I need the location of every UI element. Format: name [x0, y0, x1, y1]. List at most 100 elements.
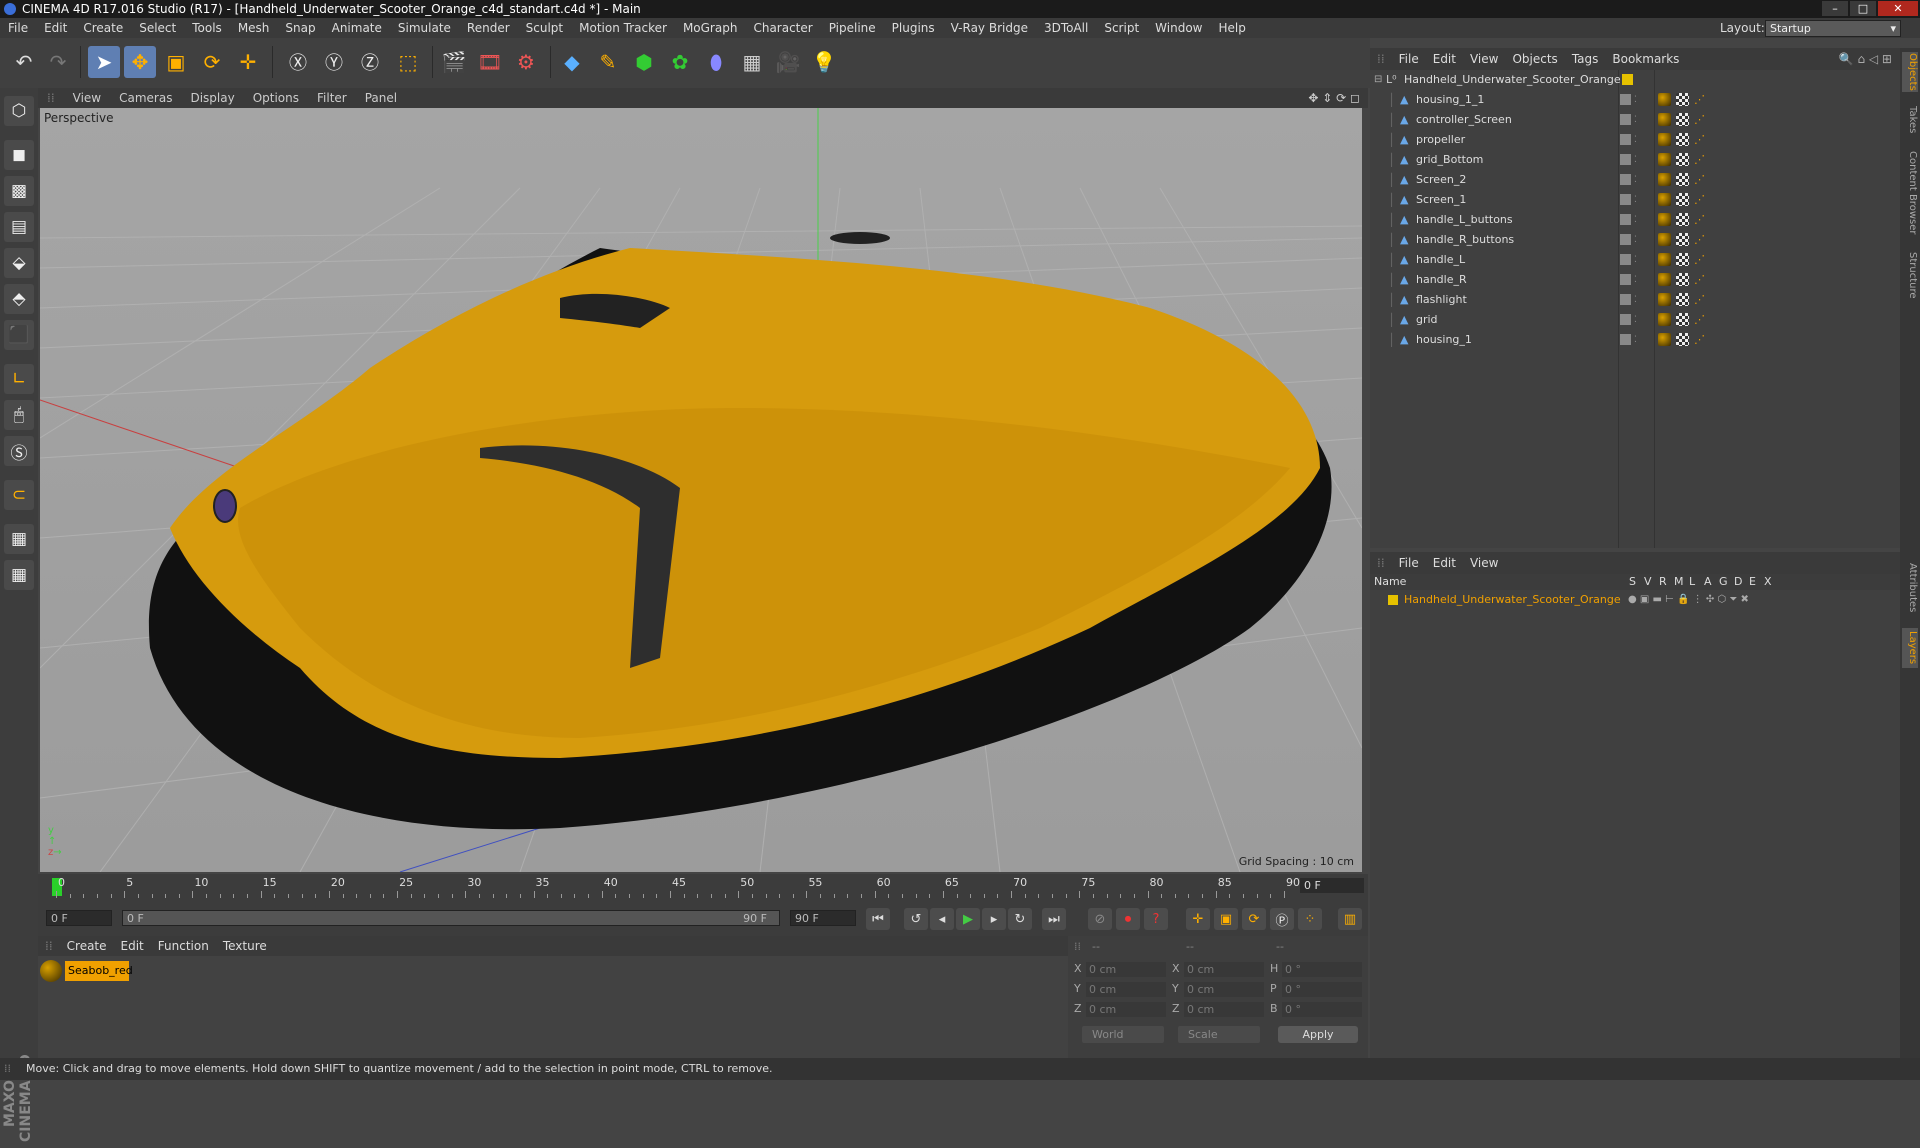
grid-snap-icon[interactable]: ▦ — [4, 560, 34, 590]
phong-tag-icon[interactable]: ⋰ — [1694, 333, 1707, 346]
workplane-mode-icon[interactable]: ▤ — [4, 212, 34, 242]
camera-icon[interactable]: 🎥 — [772, 46, 804, 78]
auto-keying-icon[interactable]: ? — [1144, 908, 1168, 930]
tab-takes[interactable]: Takes — [1902, 102, 1918, 138]
visibility-dots-icon[interactable]: ⁚ — [1634, 150, 1637, 170]
key-scale-icon[interactable]: ▣ — [1214, 908, 1238, 930]
visibility-dots-icon[interactable]: ⁚ — [1634, 290, 1637, 310]
phong-tag-icon[interactable]: ⋰ — [1694, 313, 1707, 326]
size-y-field[interactable]: 0 cm — [1184, 982, 1264, 997]
phong-tag-icon[interactable]: ⋰ — [1694, 253, 1707, 266]
visibility-dots-icon[interactable]: ⁚ — [1634, 230, 1637, 250]
visibility-dots-icon[interactable]: ⁚ — [1634, 250, 1637, 270]
polygons-mode-icon[interactable]: ⬛ — [4, 320, 34, 350]
collapse-icon[interactable]: ⊟ — [1374, 70, 1382, 90]
deformer-icon[interactable]: ⬮ — [700, 46, 732, 78]
layer-menu-view[interactable]: View — [1463, 552, 1505, 574]
layer-menu-file[interactable]: File — [1392, 552, 1426, 574]
object-row[interactable]: │ ▲ Screen_1 ⁚ ⋰ — [1370, 190, 1900, 210]
phong-tag-icon[interactable]: ⋰ — [1694, 153, 1707, 166]
edges-mode-icon[interactable]: ⬘ — [4, 284, 34, 314]
next-key-icon[interactable]: ↻ — [1008, 908, 1032, 930]
texture-tag-icon[interactable] — [1676, 173, 1689, 186]
material-tag-icon[interactable] — [1658, 193, 1671, 206]
scale-tool-icon[interactable]: ▣ — [160, 46, 192, 78]
workplane-lock-icon[interactable]: ▦ — [4, 524, 34, 554]
material-tag-icon[interactable] — [1658, 153, 1671, 166]
menu-plugins[interactable]: Plugins — [884, 18, 943, 38]
texture-tag-icon[interactable] — [1676, 93, 1689, 106]
menu-help[interactable]: Help — [1210, 18, 1253, 38]
texture-mode-icon[interactable]: ▩ — [4, 176, 34, 206]
edit-state-icon[interactable] — [1620, 334, 1631, 345]
viewport-menu-cameras[interactable]: Cameras — [110, 88, 181, 108]
object-menu-tags[interactable]: Tags — [1565, 48, 1606, 70]
texture-tag-icon[interactable] — [1676, 153, 1689, 166]
menu-motion-tracker[interactable]: Motion Tracker — [571, 18, 675, 38]
motion-record-icon[interactable]: ⊘ — [1088, 908, 1112, 930]
position-x-field[interactable]: 0 cm — [1086, 962, 1166, 977]
menu-file[interactable]: File — [0, 18, 36, 38]
object-row[interactable]: │ ▲ Screen_2 ⁚ ⋰ — [1370, 170, 1900, 190]
render-view-icon[interactable]: 🎬 — [438, 46, 470, 78]
size-mode-dropdown[interactable]: Scale — [1178, 1026, 1260, 1043]
object-row[interactable]: │ ▲ propeller ⁚ ⋰ — [1370, 130, 1900, 150]
layer-flags-icons[interactable]: ● ▣ ▬ ⊢ 🔒 ⋮ ✣ ⬡ ⏷ ✖ — [1628, 592, 1749, 608]
render-settings-icon[interactable]: ⚙ — [510, 46, 542, 78]
magnet-icon[interactable]: ⊂ — [4, 480, 34, 510]
select-arrow-icon[interactable]: ➤ — [88, 46, 120, 78]
minimize-button[interactable]: – — [1822, 1, 1848, 16]
object-row[interactable]: │ ▲ handle_R ⁚ ⋰ — [1370, 270, 1900, 290]
texture-tag-icon[interactable] — [1676, 273, 1689, 286]
edit-state-icon[interactable] — [1620, 194, 1631, 205]
key-rotation-icon[interactable]: ⟳ — [1242, 908, 1266, 930]
tab-content-browser[interactable]: Content Browser — [1902, 148, 1918, 238]
texture-tag-icon[interactable] — [1676, 253, 1689, 266]
phong-tag-icon[interactable]: ⋰ — [1694, 113, 1707, 126]
menu-pipeline[interactable]: Pipeline — [821, 18, 884, 38]
frame-ruler[interactable]: 0 5 10 15 20 25 30 35 40 45 50 55 60 65 70 75 80 85 90 — [52, 876, 1300, 898]
material-tag-icon[interactable] — [1658, 93, 1671, 106]
range-slider[interactable]: 0 F 90 F — [122, 910, 780, 926]
cube-primitive-icon[interactable]: ◆ — [556, 46, 588, 78]
object-row[interactable]: │ ▲ controller_Screen ⁚ ⋰ — [1370, 110, 1900, 130]
texture-tag-icon[interactable] — [1676, 113, 1689, 126]
material-tag-icon[interactable] — [1658, 173, 1671, 186]
phong-tag-icon[interactable]: ⋰ — [1694, 173, 1707, 186]
edit-state-icon[interactable] — [1620, 294, 1631, 305]
timeline-ruler[interactable]: 0 5 10 15 20 25 30 35 40 45 50 55 60 65 70 75 80 85 90 0 F — [38, 874, 1368, 900]
edit-state-icon[interactable] — [1620, 134, 1631, 145]
light-icon[interactable]: 💡 — [808, 46, 840, 78]
current-frame-field[interactable]: 0 F — [1300, 878, 1364, 893]
material-swatch[interactable]: Seabob_red — [40, 960, 133, 982]
3d-viewport[interactable]: Perspective y ↑ z→ Grid Spacing : 10 cm — [40, 108, 1362, 872]
menu-character[interactable]: Character — [745, 18, 820, 38]
phong-tag-icon[interactable]: ⋰ — [1694, 133, 1707, 146]
coordinate-space-dropdown[interactable]: World — [1082, 1026, 1164, 1043]
key-pla-icon[interactable]: ⁘ — [1298, 908, 1322, 930]
end-frame-field[interactable]: 90 F — [790, 910, 856, 926]
previous-key-icon[interactable]: ↺ — [904, 908, 928, 930]
menu-tools[interactable]: Tools — [184, 18, 230, 38]
step-back-icon[interactable]: ◂ — [930, 908, 954, 930]
timeline-window-icon[interactable]: ▥ — [1338, 908, 1362, 930]
edit-state-icon[interactable] — [1620, 174, 1631, 185]
object-menu-objects[interactable]: Objects — [1505, 48, 1564, 70]
x-axis-lock-icon[interactable]: Ⓧ — [282, 46, 314, 78]
menu-snap[interactable]: Snap — [277, 18, 323, 38]
key-position-icon[interactable]: ✛ — [1186, 908, 1210, 930]
object-row[interactable]: │ ▲ grid_Bottom ⁚ ⋰ — [1370, 150, 1900, 170]
material-menu-edit[interactable]: Edit — [114, 936, 151, 956]
visibility-dots-icon[interactable]: ⁚ — [1634, 330, 1637, 350]
menu-render[interactable]: Render — [459, 18, 518, 38]
coordinate-system-icon[interactable]: ⬚ — [392, 46, 424, 78]
object-menu-edit[interactable]: Edit — [1426, 48, 1463, 70]
menu-vray-bridge[interactable]: V-Ray Bridge — [943, 18, 1036, 38]
cloner-icon[interactable]: ✿ — [664, 46, 696, 78]
menu-mograph[interactable]: MoGraph — [675, 18, 746, 38]
size-z-field[interactable]: 0 cm — [1184, 1002, 1264, 1017]
y-axis-lock-icon[interactable]: Ⓨ — [318, 46, 350, 78]
material-tag-icon[interactable] — [1658, 233, 1671, 246]
object-row-root[interactable]: ⊟ L⁰ Handheld_Underwater_Scooter_Orange — [1370, 70, 1900, 90]
visibility-dots-icon[interactable]: ⁚ — [1634, 310, 1637, 330]
